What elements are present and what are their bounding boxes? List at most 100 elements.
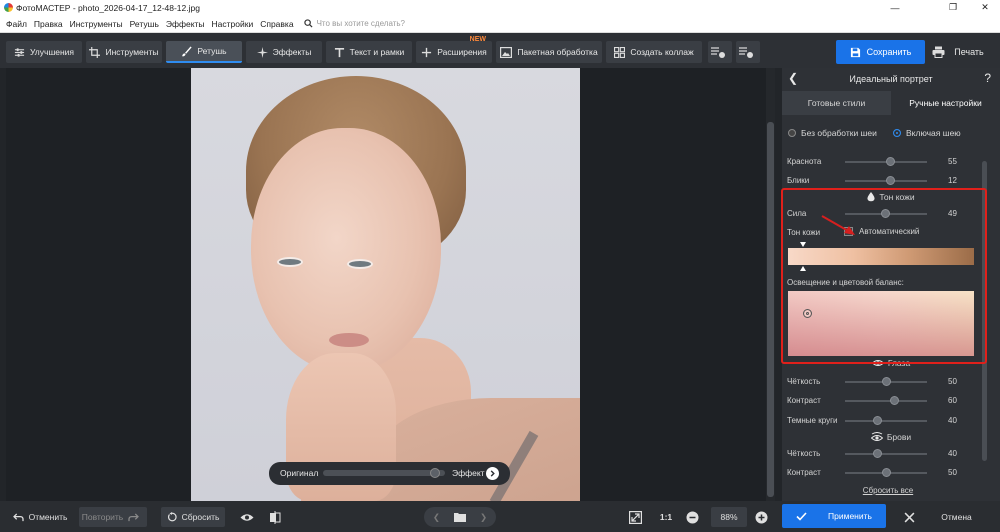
zoom-actual-button[interactable]: 1:1	[656, 507, 676, 527]
image-canvas[interactable]	[6, 68, 772, 501]
slider-eyes-contrast-knob[interactable]	[889, 396, 899, 405]
slider-brows-contrast-knob[interactable]	[881, 468, 891, 477]
tab-collage[interactable]: Создать коллаж	[606, 41, 702, 63]
tab-extensions[interactable]: NEW Расширения	[416, 36, 492, 63]
slider-highlights-knob[interactable]	[885, 176, 895, 185]
slider-dark-circles[interactable]: Темные круги 40	[782, 414, 1000, 428]
radio-no-neck-dot	[788, 129, 796, 137]
redo-button[interactable]: Повторить	[79, 507, 147, 527]
slider-dark-circles-knob[interactable]	[873, 416, 883, 425]
canvas-scroll-thumb[interactable]	[767, 122, 774, 497]
eye-preview-icon	[240, 513, 253, 521]
help-icon[interactable]: ?	[984, 71, 991, 85]
restore-icon[interactable]: ❐	[938, 0, 968, 15]
search-box[interactable]: Что вы хотите сделать?	[303, 19, 405, 28]
redo-icon	[128, 512, 140, 521]
portrait-photo[interactable]	[191, 68, 580, 501]
tab-retouch[interactable]: Ретушь	[166, 41, 242, 63]
slider-brows-clarity[interactable]: Чёткость 40	[782, 447, 1000, 461]
tab-ready-styles[interactable]: Готовые стили	[782, 91, 891, 115]
slider-highlights[interactable]: Блики 12	[782, 174, 1000, 188]
slider-dark-circles-track[interactable]	[845, 420, 927, 422]
slider-eyes-contrast-track[interactable]	[845, 400, 927, 402]
next-file-icon[interactable]: ❯	[480, 512, 487, 523]
tab-effects[interactable]: Эффекты	[246, 41, 322, 63]
slider-eyes-contrast-label: Контраст	[787, 396, 821, 405]
menu-help[interactable]: Справка	[260, 19, 293, 29]
compare-track[interactable]	[323, 470, 445, 476]
annotation-arrow-icon	[821, 215, 855, 235]
tab-improvements[interactable]: Улучшения	[6, 41, 82, 63]
slider-brows-clarity-value: 40	[948, 449, 957, 458]
zoom-out-button[interactable]	[686, 507, 704, 527]
print-button[interactable]: Печать	[918, 40, 998, 64]
radio-with-neck-label: Включая шею	[906, 128, 961, 138]
save-button[interactable]: Сохранить	[836, 40, 925, 64]
canvas-scrollbar[interactable]	[766, 68, 775, 501]
slider-redness[interactable]: Краснота 55	[782, 155, 1000, 169]
radio-no-neck[interactable]: Без обработки шеи	[788, 128, 877, 138]
list-info-icon	[738, 47, 753, 58]
presets-info-button[interactable]	[736, 41, 760, 63]
prev-file-icon[interactable]: ❮	[433, 512, 440, 523]
slider-eyes-clarity[interactable]: Чёткость 50	[782, 375, 1000, 389]
apply-button[interactable]: Применить	[782, 504, 886, 528]
brush-icon	[182, 45, 193, 56]
sliders-icon	[14, 47, 25, 57]
title-bar: ФотоМАСТЕР - photo_2026-04-17_12-48-12.j…	[0, 0, 1000, 15]
compare-split-button[interactable]	[266, 507, 288, 527]
undo-button[interactable]: Отменить	[6, 507, 74, 527]
menu-tools[interactable]: Инструменты	[70, 19, 123, 29]
tab-manual-settings[interactable]: Ручные настройки	[891, 91, 1000, 115]
radio-with-neck-dot	[893, 129, 901, 137]
radio-with-neck[interactable]: Включая шею	[893, 128, 961, 138]
reset-all-link[interactable]: Сбросить все	[782, 486, 994, 495]
photo-lips	[329, 333, 369, 347]
slider-brows-clarity-knob[interactable]	[873, 449, 883, 458]
undo-icon	[12, 512, 24, 521]
slider-brows-clarity-track[interactable]	[845, 453, 927, 455]
slider-dark-circles-label: Темные круги	[787, 416, 838, 425]
brow-eye-icon	[870, 432, 883, 441]
preview-toggle-button[interactable]	[238, 507, 260, 527]
reset-icon	[167, 512, 177, 522]
slider-eyes-clarity-knob[interactable]	[881, 377, 891, 386]
tab-text-frames[interactable]: Текст и рамки	[326, 41, 412, 63]
menu-edit[interactable]: Правка	[34, 19, 63, 29]
reset-button[interactable]: Сбросить	[161, 507, 225, 527]
zoom-in-button[interactable]	[755, 507, 773, 527]
minimize-icon[interactable]: —	[880, 0, 910, 15]
compare-knob[interactable]	[430, 468, 441, 478]
menu-settings[interactable]: Настройки	[212, 19, 254, 29]
menu-retouch[interactable]: Ретушь	[130, 19, 159, 29]
tab-batch-label: Пакетная обработка	[517, 47, 598, 57]
tab-batch[interactable]: Пакетная обработка	[496, 41, 602, 63]
presets-add-button[interactable]	[708, 41, 732, 63]
slider-redness-knob[interactable]	[885, 157, 895, 166]
back-arrow-icon[interactable]: ❮	[788, 71, 798, 85]
radio-no-neck-label: Без обработки шеи	[801, 128, 877, 138]
close-icon[interactable]: ✕	[970, 0, 1000, 15]
slider-eyes-contrast[interactable]: Контраст 60	[782, 394, 1000, 408]
slider-brows-contrast[interactable]: Контраст 50	[782, 466, 1000, 480]
menu-bar: Файл Правка Инструменты Ретушь Эффекты Н…	[0, 15, 1000, 33]
slider-eyes-contrast-value: 60	[948, 396, 957, 405]
slider-highlights-value: 12	[948, 176, 957, 185]
chevron-right-icon[interactable]	[486, 467, 499, 480]
crop-icon	[89, 46, 101, 58]
tab-tools[interactable]: Инструменты	[86, 41, 162, 63]
slider-redness-label: Краснота	[787, 157, 822, 166]
cancel-button[interactable]: Отмена	[890, 507, 986, 527]
minus-circle-icon	[686, 511, 699, 523]
zoom-level[interactable]: 88%	[711, 507, 747, 527]
menu-effects[interactable]: Эффекты	[166, 19, 205, 29]
cancel-label: Отмена	[941, 512, 972, 522]
folder-icon[interactable]	[454, 512, 466, 522]
slider-eyes-clarity-value: 50	[948, 377, 957, 386]
menu-file[interactable]: Файл	[6, 19, 27, 29]
slider-eyes-clarity-label: Чёткость	[787, 377, 821, 386]
tab-effects-label: Эффекты	[272, 47, 312, 57]
fit-screen-button[interactable]	[628, 507, 648, 527]
slider-dark-circles-value: 40	[948, 416, 957, 425]
before-after-slider[interactable]: Оригинал Эффект	[269, 462, 510, 485]
